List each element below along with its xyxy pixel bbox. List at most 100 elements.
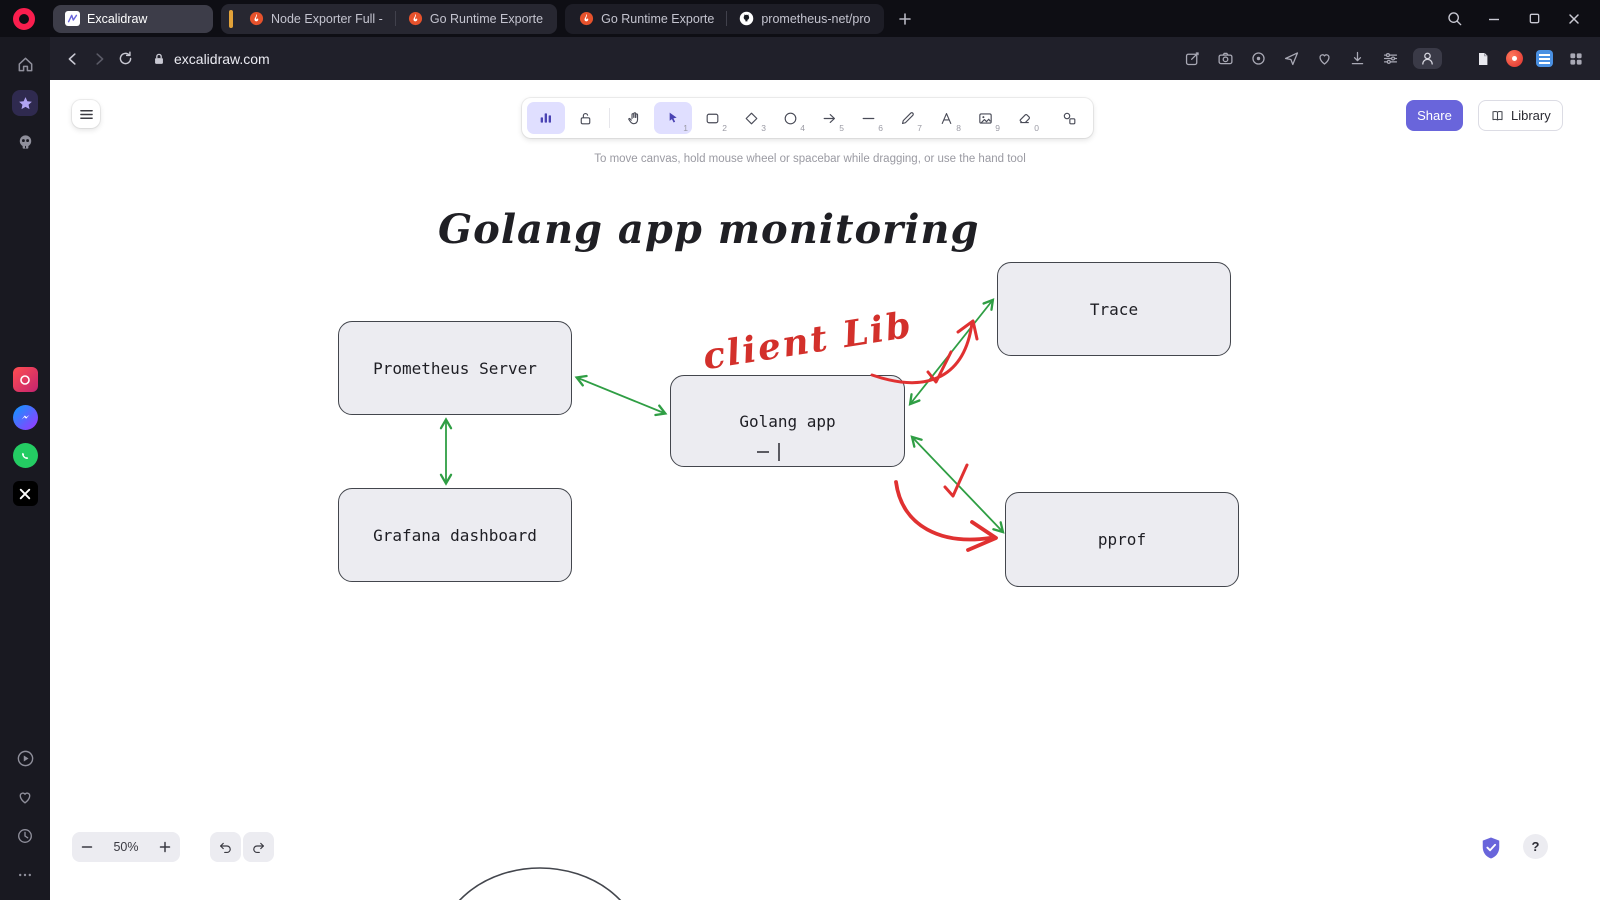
lock-tool-button[interactable] <box>566 102 604 134</box>
tab-label: Go Runtime Exporte <box>429 11 544 26</box>
opera-logo-icon[interactable] <box>13 7 35 30</box>
eraser-tool-button[interactable]: 0 <box>1005 102 1043 134</box>
maximize-button[interactable] <box>1524 9 1544 29</box>
ellipse-tool-button[interactable]: 4 <box>771 102 809 134</box>
favorites-heart-icon[interactable] <box>12 784 38 810</box>
history-controls <box>210 832 274 862</box>
translate-icon[interactable] <box>1536 50 1553 67</box>
diagram-box-golang-app[interactable]: Golang app <box>670 375 905 467</box>
zoom-out-button[interactable] <box>72 832 102 862</box>
badge-icon[interactable] <box>1248 49 1268 69</box>
zoom-controls: 50% <box>72 832 180 862</box>
line-tool-button[interactable]: 6 <box>849 102 887 134</box>
history-clock-icon[interactable] <box>12 823 38 849</box>
zoom-in-button[interactable] <box>150 832 180 862</box>
back-button[interactable] <box>60 46 86 72</box>
messenger-icon[interactable] <box>12 405 38 430</box>
image-tool-button[interactable]: 9 <box>966 102 1004 134</box>
forward-button[interactable] <box>86 46 112 72</box>
tab-strip: Excalidraw Node Exporter Full - Go Runti… <box>53 3 918 34</box>
more-shapes-tool-button[interactable] <box>1050 102 1088 134</box>
browser-window: Excalidraw Node Exporter Full - Go Runti… <box>0 0 1600 900</box>
tab-label: Excalidraw <box>87 11 148 26</box>
address-bar-actions <box>1182 48 1586 69</box>
excalidraw-favicon-icon <box>65 11 80 26</box>
extension-icons <box>1473 49 1586 69</box>
send-icon[interactable] <box>1281 49 1301 69</box>
prometheus-favicon-icon <box>408 11 423 26</box>
tab-go-runtime-1[interactable]: Go Runtime Exporte <box>396 5 555 33</box>
diagram-box-pprof[interactable]: pprof <box>1005 492 1239 587</box>
text-tool-button[interactable]: 8 <box>927 102 965 134</box>
apps-grid-icon[interactable] <box>1566 49 1586 69</box>
compose-icon[interactable] <box>1182 49 1202 69</box>
draw-tool-button[interactable]: 7 <box>888 102 926 134</box>
minimize-button[interactable] <box>1484 9 1504 29</box>
tool-toolbar: 1 2 3 4 5 6 7 8 9 0 <box>522 98 1093 138</box>
diagram-box-trace[interactable]: Trace <box>997 262 1231 356</box>
home-icon[interactable] <box>12 51 38 77</box>
prometheus-favicon-icon <box>579 11 594 26</box>
rectangle-tool-button[interactable]: 2 <box>693 102 731 134</box>
titlebar: Excalidraw Node Exporter Full - Go Runti… <box>0 0 1600 37</box>
tab-group-indicator <box>229 9 233 28</box>
new-tab-button[interactable] <box>892 6 918 32</box>
search-icon[interactable] <box>1444 9 1464 29</box>
download-icon[interactable] <box>1347 49 1367 69</box>
tab-github-prometheus-net[interactable]: prometheus-net/pro <box>727 5 882 33</box>
workspace-star-icon[interactable] <box>12 90 38 116</box>
library-label: Library <box>1511 108 1551 123</box>
whatsapp-icon[interactable] <box>12 443 38 468</box>
pinboard-icon[interactable] <box>1506 50 1523 67</box>
diagram-connectors <box>439 298 1005 900</box>
encryption-shield-icon <box>1480 836 1502 860</box>
hand-tool-button[interactable] <box>615 102 653 134</box>
tab-group-1: Node Exporter Full - Go Runtime Exporte <box>221 3 558 34</box>
help-button[interactable]: ? <box>1523 834 1548 859</box>
selection-tool-button[interactable]: 1 <box>654 102 692 134</box>
tab-go-runtime-2[interactable]: Go Runtime Exporte <box>567 5 726 33</box>
stats-tool-button[interactable] <box>527 102 565 134</box>
url-field[interactable]: excalidraw.com <box>152 51 270 67</box>
excalidraw-canvas[interactable]: 1 2 3 4 5 6 7 8 9 0 To move canvas, hold… <box>50 80 1600 900</box>
app-pinned-icon[interactable] <box>12 367 38 392</box>
diamond-tool-button[interactable]: 3 <box>732 102 770 134</box>
filters-icon[interactable] <box>1380 49 1400 69</box>
tab-label: Node Exporter Full - <box>271 11 383 26</box>
diagram-box-prometheus-server[interactable]: Prometheus Server <box>338 321 572 415</box>
zoom-level[interactable]: 50% <box>102 840 150 854</box>
toolbar-divider <box>609 108 610 128</box>
play-panel-icon[interactable] <box>12 745 38 771</box>
share-button[interactable]: Share <box>1406 100 1463 131</box>
reload-button[interactable] <box>112 46 138 72</box>
arrow-tool-button[interactable]: 5 <box>810 102 848 134</box>
sidebar <box>0 37 50 900</box>
partial-ellipse-shape <box>458 867 622 900</box>
skull-icon[interactable] <box>12 129 38 155</box>
tab-label: prometheus-net/pro <box>761 11 871 26</box>
close-button[interactable] <box>1564 9 1584 29</box>
undo-button[interactable] <box>210 832 241 862</box>
heart-icon[interactable] <box>1314 49 1334 69</box>
url-text: excalidraw.com <box>174 50 270 67</box>
window-controls <box>1444 9 1600 29</box>
diagram-title[interactable]: Golang app monitoring <box>438 206 979 253</box>
github-favicon-icon <box>739 11 754 26</box>
profile-button[interactable] <box>1413 48 1442 69</box>
snapshot-camera-icon[interactable] <box>1215 49 1235 69</box>
profile-icon <box>1419 50 1436 67</box>
tab-label: Go Runtime Exporte <box>601 11 715 26</box>
x-twitter-icon[interactable] <box>12 481 38 506</box>
tab-excalidraw[interactable]: Excalidraw <box>53 4 213 33</box>
prometheus-favicon-icon <box>249 11 264 26</box>
handwritten-annotation[interactable]: client Lib <box>700 304 916 379</box>
sidebar-more-icon[interactable] <box>12 862 38 888</box>
library-button[interactable]: Library <box>1478 100 1563 131</box>
notes-icon[interactable] <box>1473 49 1493 69</box>
book-icon <box>1490 108 1505 123</box>
diagram-box-grafana-dashboard[interactable]: Grafana dashboard <box>338 488 572 582</box>
tab-group-2: Go Runtime Exporte prometheus-net/pro <box>565 3 885 34</box>
main-menu-button[interactable] <box>72 100 100 128</box>
redo-button[interactable] <box>243 832 274 862</box>
tab-node-exporter[interactable]: Node Exporter Full - <box>237 5 395 33</box>
